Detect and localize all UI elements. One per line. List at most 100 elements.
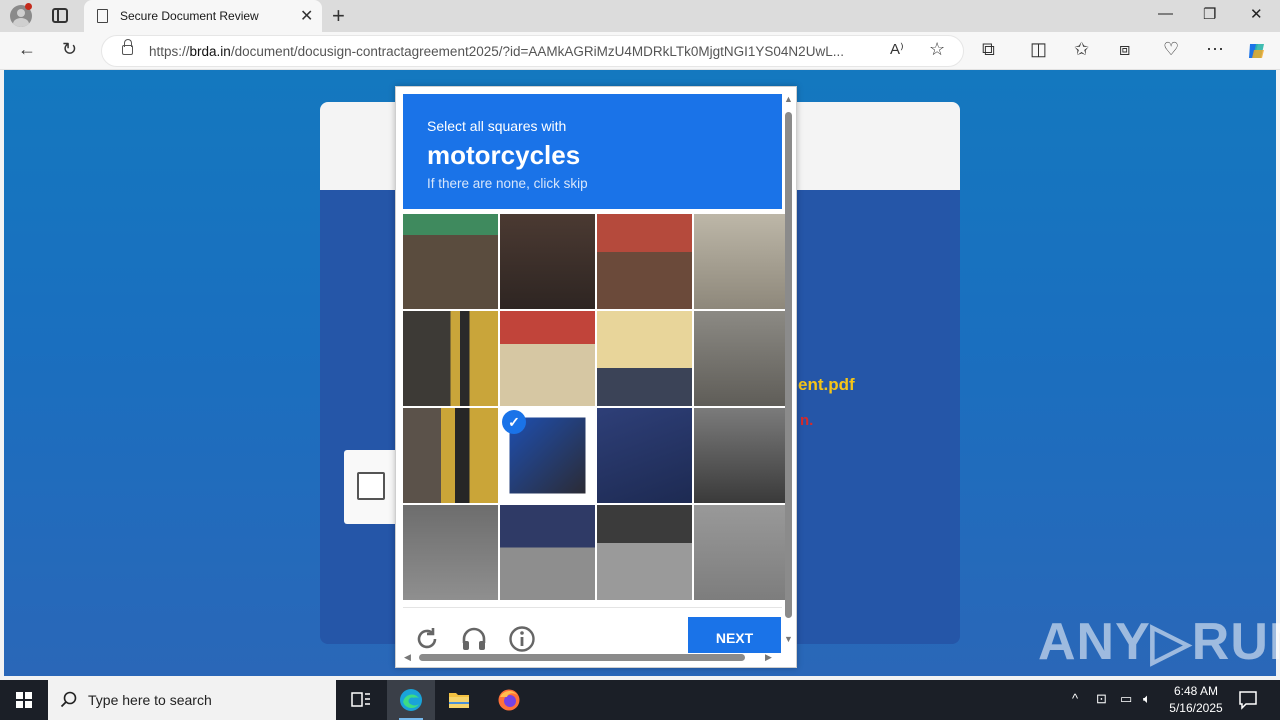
scroll-right-arrow-icon[interactable]: ▶ — [765, 652, 772, 663]
url-text[interactable]: https://brda.in/document/docusign-contra… — [149, 44, 844, 59]
tile-image — [500, 505, 595, 600]
clock-date: 5/16/2025 — [1169, 701, 1223, 715]
taskbar-file-explorer[interactable] — [435, 680, 483, 720]
info-icon[interactable] — [508, 625, 536, 653]
task-view-button[interactable] — [337, 680, 385, 720]
windows-taskbar: Type here to search ^ ⊡ ▭ 🔈︎ 6:48 AM 5/1… — [0, 680, 1280, 720]
challenge-tile[interactable] — [597, 505, 692, 600]
tile-image — [500, 311, 595, 406]
captcha-checkbox[interactable] — [357, 472, 385, 500]
tile-image — [694, 311, 789, 406]
tab-title: Secure Document Review — [120, 9, 259, 23]
taskbar-edge[interactable] — [387, 680, 435, 720]
tile-image — [597, 311, 692, 406]
tab-close-icon[interactable]: ✕ — [300, 6, 313, 26]
tile-image — [694, 408, 789, 503]
tile-image — [403, 408, 498, 503]
challenge-tile[interactable] — [597, 311, 692, 406]
tray-overflow-chevron-icon[interactable]: ^ — [1072, 691, 1078, 706]
challenge-tile[interactable] — [500, 214, 595, 309]
challenge-tile[interactable]: ✓ — [500, 408, 595, 503]
challenge-tile[interactable] — [403, 214, 498, 309]
taskbar-clock[interactable]: 6:48 AM 5/16/2025 — [1163, 683, 1229, 717]
tray-volume-icon[interactable]: 🔈︎ — [1143, 691, 1151, 707]
challenge-tile[interactable] — [500, 505, 595, 600]
taskbar-search-box[interactable]: Type here to search — [48, 680, 336, 720]
browser-essentials-icon[interactable]: ♡ — [1163, 39, 1179, 60]
clock-time: 6:48 AM — [1173, 684, 1219, 698]
minimize-button[interactable]: — — [1158, 5, 1173, 22]
new-tab-button[interactable]: + — [332, 3, 345, 29]
vertical-scroll-thumb[interactable] — [785, 112, 792, 618]
restore-button[interactable]: ❐ — [1203, 5, 1216, 23]
tab-secure-document-review[interactable]: Secure Document Review ✕ — [84, 0, 322, 32]
tile-image — [694, 214, 789, 309]
split-screen-icon[interactable]: ◫ — [1030, 39, 1047, 60]
close-window-button[interactable]: ✕ — [1250, 5, 1263, 23]
horizontal-scrollbar[interactable]: ◀ ▶ — [403, 652, 775, 663]
challenge-tile[interactable] — [694, 311, 789, 406]
challenge-tile[interactable] — [694, 408, 789, 503]
anyrun-watermark: ANY▷RUN — [1038, 613, 1280, 671]
tile-image — [597, 408, 692, 503]
footer-divider — [403, 607, 782, 608]
search-placeholder: Type here to search — [88, 692, 212, 708]
tile-image — [403, 311, 498, 406]
challenge-tile[interactable] — [403, 505, 498, 600]
scroll-up-arrow-icon[interactable]: ▲ — [784, 94, 793, 104]
captcha-checkbox-card — [344, 450, 402, 524]
windows-start-icon[interactable] — [16, 692, 32, 708]
tab-actions-icon[interactable] — [52, 8, 68, 23]
challenge-tile[interactable] — [597, 408, 692, 503]
reload-icon[interactable] — [413, 625, 441, 653]
challenge-skip-hint: If there are none, click skip — [427, 176, 588, 191]
browser-tab-bar: Secure Document Review ✕ + — ❐ ✕ — [0, 0, 1280, 32]
favorites-icon[interactable]: ✩ — [1074, 39, 1089, 60]
tile-image — [403, 214, 498, 309]
tile-image — [597, 214, 692, 309]
audio-challenge-icon[interactable] — [460, 625, 488, 653]
address-bar[interactable]: https://brda.in/document/docusign-contra… — [101, 35, 964, 67]
tile-image — [500, 214, 595, 309]
challenge-tile[interactable] — [694, 214, 789, 309]
warning-text: n. — [800, 412, 814, 429]
challenge-tile[interactable] — [403, 408, 498, 503]
tray-network-icon[interactable]: ▭ — [1120, 691, 1132, 707]
firefox-icon — [498, 689, 520, 711]
browser-toolbar: ← ↻ https://brda.in/document/docusign-co… — [0, 32, 1280, 70]
next-button[interactable]: NEXT — [688, 617, 781, 653]
search-icon — [60, 691, 77, 708]
selected-check-icon: ✓ — [502, 410, 526, 434]
horizontal-scroll-thumb[interactable] — [419, 654, 745, 661]
challenge-tile[interactable] — [694, 505, 789, 600]
tile-image — [597, 505, 692, 600]
taskbar-firefox[interactable] — [484, 680, 532, 720]
lock-icon[interactable] — [122, 39, 133, 55]
document-filename: ent.pdf — [798, 375, 855, 394]
extensions-icon[interactable]: ⧉ — [982, 39, 995, 60]
favorite-star-icon[interactable]: ☆ — [929, 39, 945, 60]
collections-icon[interactable]: ⧈ — [1119, 39, 1130, 60]
settings-more-icon[interactable]: ⋯ — [1206, 39, 1224, 60]
challenge-tile[interactable] — [500, 311, 595, 406]
notifications-icon[interactable] — [1238, 690, 1258, 710]
challenge-tile[interactable] — [403, 311, 498, 406]
challenge-tile[interactable] — [597, 214, 692, 309]
tray-device-icon[interactable]: ⊡ — [1096, 691, 1107, 707]
captcha-challenge: Select all squares with motorcycles If t… — [395, 86, 797, 668]
vertical-scrollbar[interactable]: ▲ ▼ — [783, 94, 794, 646]
tile-image — [694, 505, 789, 600]
scroll-left-arrow-icon[interactable]: ◀ — [404, 652, 411, 663]
copilot-icon[interactable] — [1246, 40, 1268, 62]
challenge-header: Select all squares with motorcycles If t… — [403, 94, 782, 209]
back-icon[interactable]: ← — [18, 39, 36, 60]
page-icon — [97, 9, 108, 23]
tile-image — [403, 505, 498, 600]
refresh-icon[interactable]: ↻ — [62, 39, 77, 60]
challenge-target: motorcycles — [427, 140, 581, 170]
challenge-image-grid: ✓ — [403, 214, 789, 601]
scroll-down-arrow-icon[interactable]: ▼ — [784, 634, 793, 644]
read-aloud-icon[interactable]: A⁾ — [890, 40, 904, 58]
challenge-instruction: Select all squares with — [427, 118, 567, 134]
profile-status-dot — [25, 3, 32, 10]
